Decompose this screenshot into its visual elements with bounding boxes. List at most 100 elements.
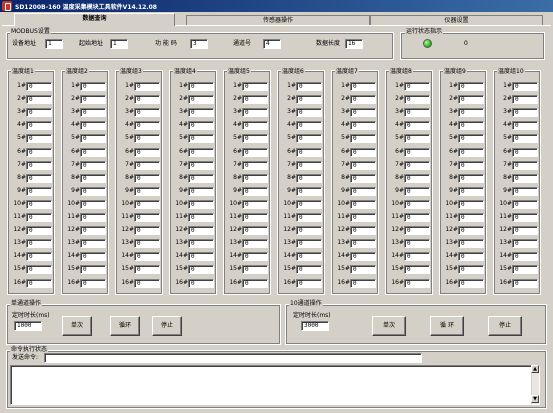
temperature-value-field[interactable]: 0: [242, 213, 268, 222]
temperature-value-field[interactable]: 0: [188, 134, 214, 144]
tab-data-query[interactable]: 数据查询: [14, 13, 175, 26]
temperature-value-field[interactable]: 0: [134, 173, 160, 183]
temperature-value-field[interactable]: 0: [242, 265, 268, 275]
scroll-up-icon[interactable]: ▲: [531, 365, 539, 373]
temperature-value-field[interactable]: 0: [458, 265, 484, 275]
temperature-value-field[interactable]: 0: [242, 173, 268, 183]
channel-number-input[interactable]: 4: [263, 39, 281, 49]
temperature-value-field[interactable]: 0: [134, 252, 160, 262]
temperature-value-field[interactable]: 0: [404, 160, 430, 170]
temperature-value-field[interactable]: 0: [296, 226, 322, 236]
ten-loop-button[interactable]: 循 环: [430, 316, 464, 336]
temperature-value-field[interactable]: 0: [26, 265, 52, 275]
send-command-input[interactable]: [44, 353, 422, 363]
temperature-value-field[interactable]: 0: [512, 134, 538, 144]
temperature-value-field[interactable]: 0: [134, 186, 160, 196]
temperature-value-field[interactable]: 0: [242, 82, 268, 91]
temperature-value-field[interactable]: 0: [188, 82, 214, 91]
temperature-value-field[interactable]: 0: [350, 278, 376, 288]
temperature-value-field[interactable]: 0: [188, 213, 214, 222]
temperature-value-field[interactable]: 0: [404, 226, 430, 236]
temperature-value-field[interactable]: 0: [188, 173, 214, 183]
temperature-value-field[interactable]: 0: [296, 252, 322, 262]
temperature-value-field[interactable]: 0: [242, 252, 268, 262]
temperature-value-field[interactable]: 0: [296, 108, 322, 118]
temperature-value-field[interactable]: 0: [404, 95, 430, 105]
temperature-value-field[interactable]: 0: [134, 278, 160, 288]
scroll-down-icon[interactable]: ▼: [531, 395, 539, 403]
temperature-value-field[interactable]: 0: [80, 239, 106, 249]
temperature-value-field[interactable]: 0: [134, 82, 160, 91]
temperature-value-field[interactable]: 0: [350, 134, 376, 144]
data-length-input[interactable]: 16: [345, 39, 363, 49]
temperature-value-field[interactable]: 0: [80, 265, 106, 275]
temperature-value-field[interactable]: 0: [242, 134, 268, 144]
temperature-value-field[interactable]: 0: [134, 226, 160, 236]
temperature-value-field[interactable]: 0: [26, 95, 52, 105]
temperature-value-field[interactable]: 0: [350, 239, 376, 249]
temperature-value-field[interactable]: 0: [80, 186, 106, 196]
temperature-value-field[interactable]: 0: [26, 147, 52, 157]
temperature-value-field[interactable]: 0: [458, 173, 484, 183]
ten-timer-input[interactable]: 3000: [301, 321, 329, 331]
temperature-value-field[interactable]: 0: [458, 213, 484, 222]
temperature-value-field[interactable]: 0: [134, 160, 160, 170]
temperature-value-field[interactable]: 0: [512, 199, 538, 209]
temperature-value-field[interactable]: 0: [242, 95, 268, 105]
temperature-value-field[interactable]: 0: [512, 265, 538, 275]
temperature-value-field[interactable]: 0: [188, 199, 214, 209]
temperature-value-field[interactable]: 0: [404, 186, 430, 196]
single-timer-input[interactable]: 1000: [14, 321, 42, 331]
temperature-value-field[interactable]: 0: [404, 239, 430, 249]
temperature-value-field[interactable]: 0: [350, 186, 376, 196]
temperature-value-field[interactable]: 0: [188, 147, 214, 157]
temperature-value-field[interactable]: 0: [512, 226, 538, 236]
temperature-value-field[interactable]: 0: [134, 239, 160, 249]
temperature-value-field[interactable]: 0: [134, 95, 160, 105]
temperature-value-field[interactable]: 0: [404, 82, 430, 91]
ten-stop-button[interactable]: 停止: [488, 316, 522, 336]
temperature-value-field[interactable]: 0: [296, 82, 322, 91]
temperature-value-field[interactable]: 0: [134, 199, 160, 209]
single-stop-button[interactable]: 停止: [152, 316, 182, 336]
temperature-value-field[interactable]: 0: [296, 186, 322, 196]
temperature-value-field[interactable]: 0: [80, 160, 106, 170]
temperature-value-field[interactable]: 0: [512, 147, 538, 157]
temperature-value-field[interactable]: 0: [512, 82, 538, 91]
temperature-value-field[interactable]: 0: [80, 108, 106, 118]
temperature-value-field[interactable]: 0: [188, 226, 214, 236]
temperature-value-field[interactable]: 0: [458, 186, 484, 196]
temperature-value-field[interactable]: 0: [188, 95, 214, 105]
temperature-value-field[interactable]: 0: [512, 95, 538, 105]
temperature-value-field[interactable]: 0: [26, 199, 52, 209]
temperature-value-field[interactable]: 0: [350, 147, 376, 157]
temperature-value-field[interactable]: 0: [404, 134, 430, 144]
temperature-value-field[interactable]: 0: [80, 213, 106, 222]
temperature-value-field[interactable]: 0: [188, 252, 214, 262]
temperature-value-field[interactable]: 0: [512, 186, 538, 196]
single-loop-button[interactable]: 循环: [110, 316, 140, 336]
temperature-value-field[interactable]: 0: [458, 252, 484, 262]
temperature-value-field[interactable]: 0: [296, 134, 322, 144]
temperature-value-field[interactable]: 0: [188, 121, 214, 131]
temperature-value-field[interactable]: 0: [26, 239, 52, 249]
temperature-value-field[interactable]: 0: [350, 199, 376, 209]
temperature-value-field[interactable]: 0: [26, 108, 52, 118]
temperature-value-field[interactable]: 0: [80, 278, 106, 288]
temperature-value-field[interactable]: 0: [350, 173, 376, 183]
temperature-value-field[interactable]: 0: [458, 108, 484, 118]
temperature-value-field[interactable]: 0: [188, 239, 214, 249]
temperature-value-field[interactable]: 0: [350, 226, 376, 236]
temperature-value-field[interactable]: 0: [26, 82, 52, 91]
temperature-value-field[interactable]: 0: [404, 278, 430, 288]
temperature-value-field[interactable]: 0: [188, 108, 214, 118]
command-log-scrollbar[interactable]: ▲ ▼: [531, 365, 539, 404]
temperature-value-field[interactable]: 0: [350, 121, 376, 131]
temperature-value-field[interactable]: 0: [242, 278, 268, 288]
temperature-value-field[interactable]: 0: [458, 278, 484, 288]
command-log-textarea[interactable]: [10, 365, 540, 405]
start-address-input[interactable]: 1: [110, 39, 128, 49]
temperature-value-field[interactable]: 0: [296, 213, 322, 222]
temperature-value-field[interactable]: 0: [188, 278, 214, 288]
temperature-value-field[interactable]: 0: [512, 160, 538, 170]
